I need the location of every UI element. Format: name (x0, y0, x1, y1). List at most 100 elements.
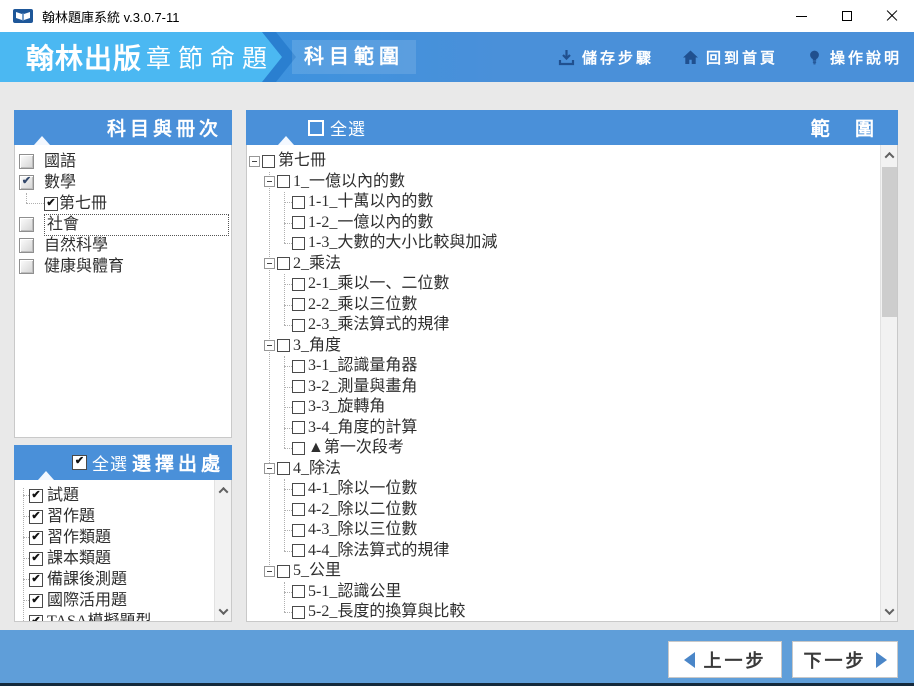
tree-checkbox[interactable] (292, 400, 305, 414)
tree-label[interactable]: 2-3_乘法算式的規律 (308, 315, 449, 335)
tree-checkbox[interactable] (292, 482, 305, 496)
tree-label[interactable]: 1-3_大數的大小比較與加減 (308, 233, 497, 253)
tree-expander-icon[interactable] (264, 565, 275, 577)
source-checkbox[interactable]: ✔ (29, 593, 43, 608)
tree-row[interactable]: 4-4_除法算式的規律 (279, 541, 449, 562)
sources-select-all[interactable]: ✔ 全選 (72, 450, 128, 475)
tree-row[interactable]: 4-3_除以三位數 (279, 520, 417, 541)
scope-select-all[interactable]: 全選 (308, 115, 366, 140)
sources-scrollbar[interactable] (214, 480, 231, 621)
source-row[interactable]: ✔ 課本類題 (29, 548, 111, 569)
tree-row[interactable]: 2-3_乘法算式的規律 (279, 315, 449, 336)
tree-label[interactable]: 4-2_除以二位數 (308, 500, 417, 520)
tree-checkbox[interactable] (277, 339, 290, 353)
tree-label[interactable]: 2-1_乘以一、二位數 (308, 274, 449, 294)
source-row[interactable]: ✔ 備課後測題 (29, 569, 127, 590)
tree-label[interactable]: 4-3_除以三位數 (308, 520, 417, 540)
tree-label[interactable]: 3_角度 (293, 336, 341, 356)
close-icon[interactable] (869, 0, 914, 32)
tree-checkbox[interactable] (292, 195, 305, 209)
tree-checkbox[interactable] (292, 544, 305, 558)
tree-label[interactable]: 4-4_除法算式的規律 (308, 541, 449, 561)
source-label[interactable]: 習作類題 (47, 528, 111, 548)
tree-expander-icon[interactable] (249, 155, 260, 167)
tree-checkbox[interactable] (277, 175, 290, 189)
tree-expander-icon[interactable] (264, 463, 275, 475)
source-label[interactable]: 習作題 (47, 507, 95, 527)
tree-row[interactable]: 2-2_乘以三位數 (279, 295, 417, 316)
tree-row[interactable]: 1_一億以內的數 (264, 172, 405, 193)
tree-checkbox[interactable] (292, 298, 305, 312)
subject-label[interactable]: 健康與體育 (44, 257, 124, 277)
scroll-down-icon[interactable] (215, 603, 231, 619)
source-row[interactable]: ✔ TASA模擬題型 (29, 611, 152, 621)
tree-expander-icon[interactable] (264, 176, 275, 188)
subject-label[interactable]: 數學 (44, 173, 76, 193)
source-checkbox[interactable]: ✔ (29, 488, 43, 503)
tree-checkbox[interactable] (292, 318, 305, 332)
tree-row[interactable]: 第七冊 (249, 151, 326, 172)
tree-checkbox[interactable] (292, 277, 305, 291)
tree-row[interactable]: 4-2_除以二位數 (279, 500, 417, 521)
tree-label[interactable]: 1-2_一億以內的數 (308, 213, 433, 233)
tree-expander-icon[interactable] (264, 340, 275, 352)
tree-row[interactable]: 4-1_除以一位數 (279, 479, 417, 500)
tree-label[interactable]: 3-3_旋轉角 (308, 397, 385, 417)
source-label[interactable]: 課本類題 (47, 549, 111, 569)
source-row[interactable]: ✔ 習作題 (29, 506, 95, 527)
subject-row[interactable]: 健康與體育 (19, 256, 229, 277)
source-row[interactable]: ✔ 習作類題 (29, 527, 111, 548)
subject-checkbox[interactable] (19, 154, 34, 169)
tree-row[interactable]: ▲第一次段考 (279, 438, 404, 459)
source-checkbox[interactable]: ✔ (29, 572, 43, 587)
subject-checkbox[interactable] (19, 259, 34, 274)
tree-checkbox[interactable] (292, 359, 305, 373)
tree-row[interactable]: 5_公里 (264, 561, 341, 582)
tree-label[interactable]: ▲第一次段考 (308, 438, 404, 458)
select-all-checkbox[interactable] (308, 119, 324, 136)
prev-step-button[interactable]: 上一步 (668, 641, 782, 678)
tree-checkbox[interactable] (292, 421, 305, 435)
tree-row[interactable]: 1-3_大數的大小比較與加減 (279, 233, 497, 254)
subject-checkbox[interactable] (19, 238, 34, 253)
tree-row[interactable]: 3-3_旋轉角 (279, 397, 385, 418)
subject-label[interactable]: 社會 (44, 213, 229, 236)
help-button[interactable]: 操作說明 (806, 47, 902, 68)
tree-label[interactable]: 2-2_乘以三位數 (308, 295, 417, 315)
tree-label[interactable]: 2_乘法 (293, 254, 341, 274)
select-all-checkbox[interactable]: ✔ (72, 455, 87, 470)
source-row[interactable]: ✔ 國際活用題 (29, 590, 127, 611)
scope-scrollbar[interactable] (880, 145, 897, 621)
tree-label[interactable]: 3-1_認識量角器 (308, 356, 417, 376)
source-checkbox[interactable]: ✔ (29, 530, 43, 545)
tree-checkbox[interactable] (292, 380, 305, 394)
tree-label[interactable]: 3-4_角度的計算 (308, 418, 417, 438)
tree-checkbox[interactable] (292, 605, 305, 619)
subject-row[interactable]: 社會 (19, 213, 229, 236)
scroll-thumb[interactable] (882, 167, 897, 317)
tree-label[interactable]: 第七冊 (278, 151, 326, 171)
tree-checkbox[interactable] (277, 257, 290, 271)
subject-checkbox[interactable]: ✔ (44, 196, 58, 211)
tree-checkbox[interactable] (292, 503, 305, 517)
tree-row[interactable]: 4_除法 (264, 459, 341, 480)
subject-row[interactable]: ✔ 第七冊 (44, 193, 229, 214)
tree-row[interactable]: 1-2_一億以內的數 (279, 213, 433, 234)
minimize-icon[interactable] (779, 0, 824, 32)
tree-row[interactable]: 5-1_認識公里 (279, 582, 401, 603)
subject-label[interactable]: 第七冊 (59, 194, 107, 214)
home-button[interactable]: 回到首頁 (682, 47, 778, 68)
source-label[interactable]: 備課後測題 (47, 570, 127, 590)
scroll-down-icon[interactable] (881, 603, 897, 619)
subject-row[interactable]: 國語 (19, 151, 229, 172)
tree-row[interactable]: 3_角度 (264, 336, 341, 357)
source-row[interactable]: ✔ 試題 (29, 485, 79, 506)
source-label[interactable]: 試題 (47, 486, 79, 506)
tree-label[interactable]: 1_一億以內的數 (293, 172, 405, 192)
tree-checkbox[interactable] (292, 441, 305, 455)
next-step-button[interactable]: 下一步 (792, 641, 898, 678)
tree-row[interactable]: 3-2_測量與畫角 (279, 377, 417, 398)
maximize-icon[interactable] (824, 0, 869, 32)
tree-label[interactable]: 3-2_測量與畫角 (308, 377, 417, 397)
subject-label[interactable]: 自然科學 (44, 236, 108, 256)
